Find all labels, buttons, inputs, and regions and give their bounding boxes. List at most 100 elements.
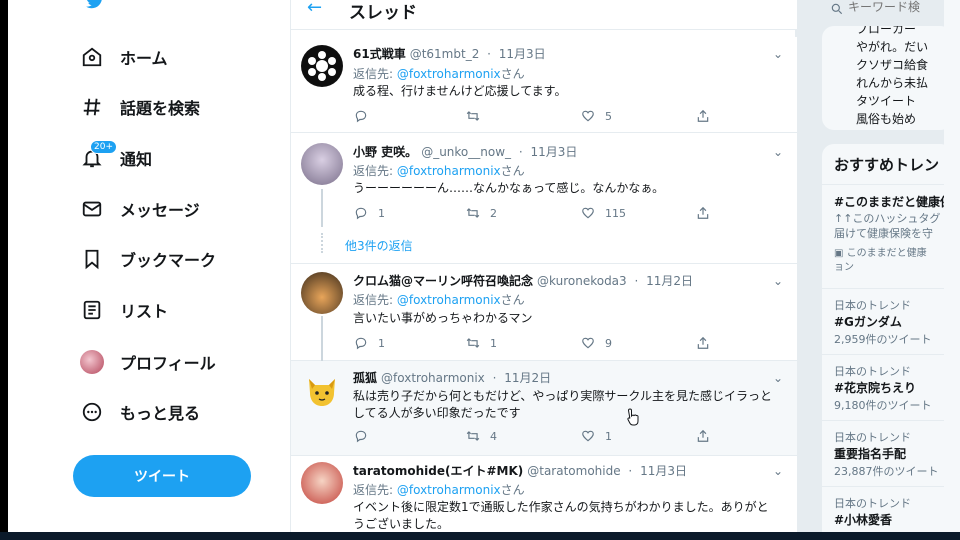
reply-suffix: さん [500,67,525,81]
card-text-line: れんから未払 [856,76,929,90]
trend-name: #このままだと健康保険 [834,195,944,209]
nav-more-label: もっと見る [120,404,201,423]
tweet-date[interactable]: 11月3日 [530,145,577,159]
tweet-date[interactable]: 11月2日 [504,371,551,385]
tweet-date[interactable]: 11月3日 [499,47,546,61]
chevron-down-icon[interactable]: ⌄ [773,47,783,61]
reply-mention[interactable]: @foxtroharmonix [397,483,501,497]
reply-suffix: さん [500,483,525,497]
tweet-text: うーーーーーーん……なんかなぁって感じ。なんかなぁ。 [353,181,665,195]
mouse-cursor-icon [627,408,639,426]
tweet-author-name[interactable]: 61式戦車 [353,47,406,61]
more-icon [78,398,106,426]
trend-location: 日本のトレンド [834,299,911,312]
tweet-author-name[interactable]: クロム猫@マーリン呼符召喚記念 [353,274,533,288]
tweet-author-handle[interactable]: @_unko__now_ [421,145,511,159]
tweet-date[interactable]: 11月3日 [640,464,687,478]
tweet-text: イベント後に限定数1で通販した作家さんの気持ちがわかりました。ありがとうございま… [353,500,769,531]
retweet-button[interactable] [466,109,490,123]
tweet-avatar[interactable] [301,462,343,504]
tweet-author-handle[interactable]: @t61mbt_2 [410,47,480,61]
tweet-header: 61式戦車 @t61mbt_2 · 11月3日 [353,47,546,61]
retweet-icon [466,111,480,121]
nav-more[interactable]: もっと見る [78,392,200,432]
reply-icon [355,207,367,220]
nav-explore[interactable]: 話題を検索 [78,87,200,127]
trend-item[interactable]: #このままだと健康保険 ↑↑このハッシュタグ 届けて健康保険を守 ▣ このままだ… [822,184,944,288]
trend-item[interactable]: 日本のトレンド #Gガンダム 2,959件のツイート [822,288,944,354]
like-button[interactable]: 9 [581,336,612,350]
back-arrow-icon[interactable]: ← [307,0,322,18]
reply-prefix: 返信先: [353,67,394,81]
tweet-avatar[interactable] [301,143,343,185]
like-button[interactable]: 5 [581,109,612,123]
trend-item[interactable]: 日本のトレンド #小林愛香 [822,486,944,532]
nav-bookmarks[interactable]: ブックマーク [78,239,216,279]
tweet-author-name[interactable]: 小野 吏咲。 [353,145,417,159]
trend-location: 日本のトレンド [834,431,911,444]
reply-count: 1 [378,206,385,220]
share-button[interactable] [696,109,720,123]
chevron-down-icon[interactable]: ⌄ [773,464,783,478]
nav-messages-label: メッセージ [120,201,200,220]
trend-item[interactable]: 日本のトレンド #花京院ちえり 9,180件のツイート [822,354,944,420]
trend-tweet-count: 23,887件のツイート [834,465,939,478]
retweet-button[interactable]: 2 [466,206,497,220]
reply-button[interactable]: 1 [354,206,385,220]
chevron-down-icon[interactable]: ⌄ [773,274,783,288]
retweet-count: 4 [490,429,497,443]
tweet-avatar[interactable] [301,369,343,411]
heart-icon [582,337,594,349]
compose-tweet-button[interactable]: ツイート [73,455,251,497]
share-button[interactable] [696,429,720,443]
reply-button[interactable] [354,429,378,443]
tweet-author-handle[interactable]: @taratomohide [527,464,620,478]
tweet[interactable]: 孤狐 @foxtroharmonix · 11月2日 ⌄ 私は売り子だから何ともだ… [291,361,797,456]
tweet-author-handle[interactable]: @kuronekoda3 [537,274,627,288]
tweet-avatar[interactable] [301,45,343,87]
nav-notifications-label: 通知 [120,150,153,169]
tweet-author-handle[interactable]: @foxtroharmonix [381,371,485,385]
reply-button[interactable]: 1 [354,336,385,350]
trend-location: 日本のトレンド [834,497,911,510]
trend-description: 届けて健康保険を守 [834,227,933,240]
reply-mention[interactable]: @foxtroharmonix [397,164,501,178]
nav-profile[interactable]: プロフィール [78,342,216,382]
chevron-down-icon[interactable]: ⌄ [773,145,783,159]
window-edge [944,0,960,532]
tweet-author-name[interactable]: 孤狐 [353,371,377,385]
trend-name: 重要指名手配 [834,447,907,461]
card-text-line: タツイート [856,94,917,108]
tweet[interactable]: 小野 吏咲。 @_unko__now_ · 11月3日 ⌄ 返信先: @foxtr… [291,133,797,264]
chevron-down-icon[interactable]: ⌄ [773,371,783,385]
card-text-line: ブローカー [856,26,917,36]
tweet[interactable]: 61式戦車 @t61mbt_2 · 11月3日 ⌄ 返信先: @foxtrohar… [291,37,797,133]
tweet[interactable]: taratomohide(エイト#MK) @taratomohide · 11月3… [291,456,797,532]
tweet[interactable]: クロム猫@マーリン呼符召喚記念 @kuronekoda3 · 11月2日 ⌄ 返信… [291,264,797,361]
reply-mention[interactable]: @foxtroharmonix [397,293,501,307]
trend-location: 日本のトレンド [834,365,911,378]
tweet-author-name[interactable]: taratomohide(エイト#MK) [353,464,523,478]
retweet-button[interactable]: 1 [466,336,497,350]
reply-button[interactable] [354,109,378,123]
hashtag-icon [78,93,106,121]
like-button[interactable]: 115 [581,206,626,220]
trend-description: ↑↑このハッシュタグ [834,212,941,225]
search-icon [830,1,844,15]
show-more-replies-link[interactable]: 他3件の返信 [345,237,413,254]
reply-mention[interactable]: @foxtroharmonix [397,67,501,81]
nav-lists[interactable]: リスト [78,290,168,330]
reply-suffix: さん [500,293,525,307]
like-button[interactable]: 1 [581,429,612,443]
share-button[interactable] [696,206,720,220]
tweet-avatar[interactable] [301,272,343,314]
nav-notifications[interactable]: 20+ 通知 [78,138,152,178]
share-button[interactable] [696,336,720,350]
trend-item[interactable]: 日本のトレンド 重要指名手配 23,887件のツイート [822,420,944,486]
trend-name: #花京院ちえり [834,381,917,395]
twitter-logo-icon[interactable] [84,0,106,10]
nav-messages[interactable]: メッセージ [78,189,200,229]
tweet-date[interactable]: 11月2日 [646,274,693,288]
retweet-button[interactable]: 4 [466,429,497,443]
nav-home[interactable]: ホーム [78,37,168,77]
